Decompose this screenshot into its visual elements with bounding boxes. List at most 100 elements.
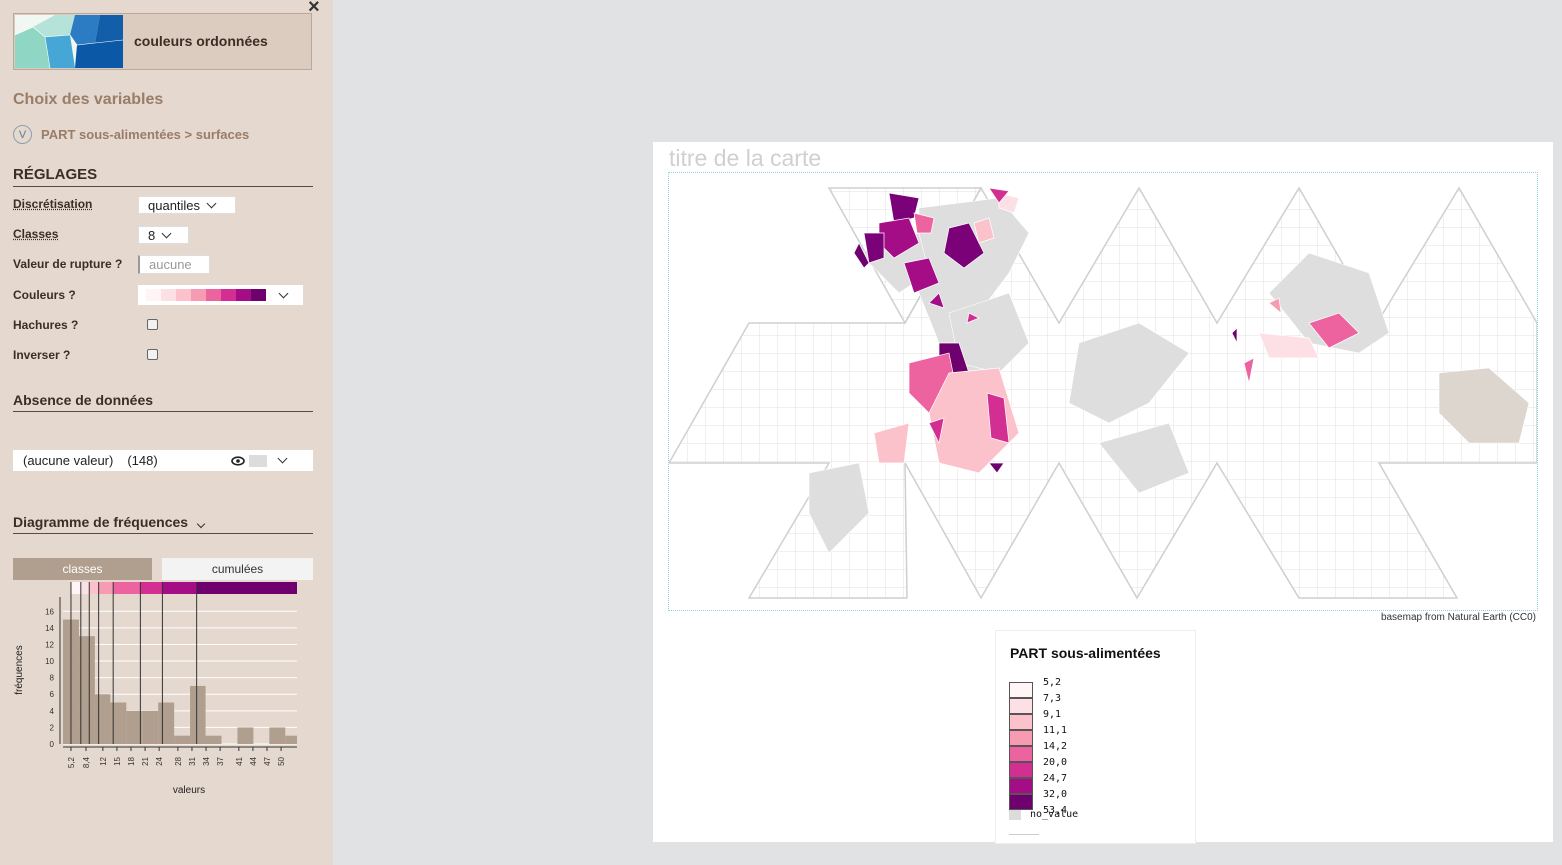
histogram-bar (158, 702, 175, 744)
x-tick-label: 47 (263, 756, 272, 765)
colors-label: Couleurs ? (13, 288, 76, 302)
legend-color-box (1009, 746, 1033, 762)
choropleth-thumbnail (15, 15, 123, 68)
dymaxion-map[interactable] (669, 173, 1537, 610)
palette-select[interactable] (138, 285, 303, 305)
map-title[interactable]: titre de la carte (669, 145, 821, 172)
class-color-band (196, 582, 297, 594)
palette-swatch (221, 289, 236, 301)
tab-cumulees[interactable]: cumulées (162, 558, 313, 580)
histogram-bar (205, 735, 222, 744)
x-tick-label: 50 (277, 756, 286, 765)
legend-color-box (1009, 698, 1033, 714)
x-tick-label: 24 (155, 756, 164, 765)
x-tick-label: 12 (99, 756, 108, 765)
rupture-input[interactable]: aucune (138, 255, 210, 274)
y-tick-label: 6 (50, 690, 55, 699)
map-type-card[interactable]: couleurs ordonnées (13, 13, 312, 70)
y-tick-label: 0 (50, 740, 55, 749)
discretisation-label: Discrétisation (13, 197, 93, 211)
freq-tabs: classes cumulées (13, 558, 313, 580)
histogram-bar (78, 636, 95, 744)
palette-swatches (146, 289, 266, 301)
x-tick-label: 15 (113, 756, 122, 765)
classes-label: Classes (13, 227, 59, 241)
frequency-histogram: 02468101214165,2 8,4 12 15 18 21 24 28 31 34 37 41 4… (14, 582, 297, 796)
classes-value: 8 (148, 227, 156, 243)
histogram-bar (174, 735, 191, 744)
classes-select[interactable]: 8 (138, 226, 189, 244)
palette-swatch (176, 289, 191, 301)
palette-swatch (191, 289, 206, 301)
variable-badge-icon[interactable]: V (13, 125, 32, 144)
chevron-down-icon (196, 519, 206, 529)
rupture-label: Valeur de rupture ? (13, 257, 123, 271)
chevron-down-icon (206, 198, 217, 208)
palette-swatch (146, 289, 161, 301)
map-card: titre de la carte basemap from Natural E… (653, 142, 1553, 844)
nodata-label: (aucune valeur) (23, 453, 114, 468)
invert-checkbox[interactable] (147, 349, 158, 360)
palette-swatch (251, 289, 266, 301)
nodata-count: (148) (127, 453, 158, 468)
map-credit: basemap from Natural Earth (CC0) (1380, 612, 1536, 623)
x-tick-label: 5,2 (67, 756, 76, 768)
x-tick-label: 8,4 (82, 756, 91, 768)
freq-heading[interactable]: Diagramme de fréquences (13, 514, 313, 534)
nodata-heading: Absence de données (13, 392, 313, 412)
legend-color-box (1009, 794, 1033, 810)
legend-color-box (1009, 762, 1033, 778)
legend-novalue-label: no_value (1030, 809, 1079, 820)
y-tick-label: 16 (45, 607, 54, 616)
hatch-checkbox[interactable] (147, 319, 158, 330)
variable-row[interactable]: V PART sous-alimentées > surfaces (13, 125, 249, 144)
y-axis-title: fréquences (14, 645, 25, 694)
x-tick-label: 41 (235, 756, 244, 765)
legend-value: 5,2 (1043, 677, 1062, 688)
nodata-row[interactable]: (aucune valeur) (148) (13, 450, 313, 471)
class-color-band (113, 582, 141, 594)
legend-value: 11,1 (1043, 725, 1068, 736)
discretisation-value: quantiles (148, 197, 201, 213)
variable-name[interactable]: PART sous-alimentées > surfaces (41, 127, 249, 142)
legend-novalue-swatch (1009, 810, 1021, 820)
x-tick-label: 31 (188, 756, 197, 765)
y-tick-label: 12 (45, 640, 54, 649)
y-tick-label: 14 (45, 624, 54, 633)
map-legend[interactable]: PART sous-alimentées 5,2 7,3 9,1 11,1 14,2 20… (995, 630, 1196, 844)
discretisation-select[interactable]: quantiles (138, 196, 236, 214)
hatch-label: Hachures ? (13, 318, 79, 332)
legend-divider (1009, 834, 1039, 835)
legend-color-box (1009, 730, 1033, 746)
chevron-down-icon[interactable] (277, 453, 288, 464)
histogram-bar (237, 727, 254, 744)
palette-swatch (236, 289, 251, 301)
nodata-color-swatch[interactable] (248, 454, 267, 467)
map-frame[interactable] (668, 172, 1538, 611)
legend-value: 20,0 (1043, 757, 1068, 768)
palette-swatch (161, 289, 176, 301)
y-tick-label: 4 (50, 707, 55, 716)
legend-value: 9,1 (1043, 709, 1062, 720)
histogram-bar (285, 735, 297, 744)
variables-heading: Choix des variables (13, 91, 164, 108)
sidebar: × couleurs ordonnées Choix des variables… (0, 0, 333, 865)
histogram-bar (142, 710, 159, 744)
palette-swatch (206, 289, 221, 301)
class-color-band (70, 582, 81, 594)
histogram-bar (190, 685, 206, 744)
settings-heading: RÉGLAGES (13, 166, 313, 187)
legend-value: 14,2 (1043, 741, 1068, 752)
legend-color-box (1009, 714, 1033, 730)
x-tick-label: 21 (141, 756, 150, 765)
tab-classes[interactable]: classes (13, 558, 152, 580)
x-tick-label: 34 (202, 756, 211, 765)
legend-color-box (1009, 682, 1033, 698)
x-tick-label: 44 (249, 756, 258, 765)
y-tick-label: 10 (45, 657, 54, 666)
eye-icon[interactable] (230, 455, 245, 466)
class-color-band (80, 582, 90, 594)
legend-value: 24,7 (1043, 773, 1068, 784)
legend-value: 7,3 (1043, 693, 1062, 704)
x-tick-label: 37 (216, 756, 225, 765)
